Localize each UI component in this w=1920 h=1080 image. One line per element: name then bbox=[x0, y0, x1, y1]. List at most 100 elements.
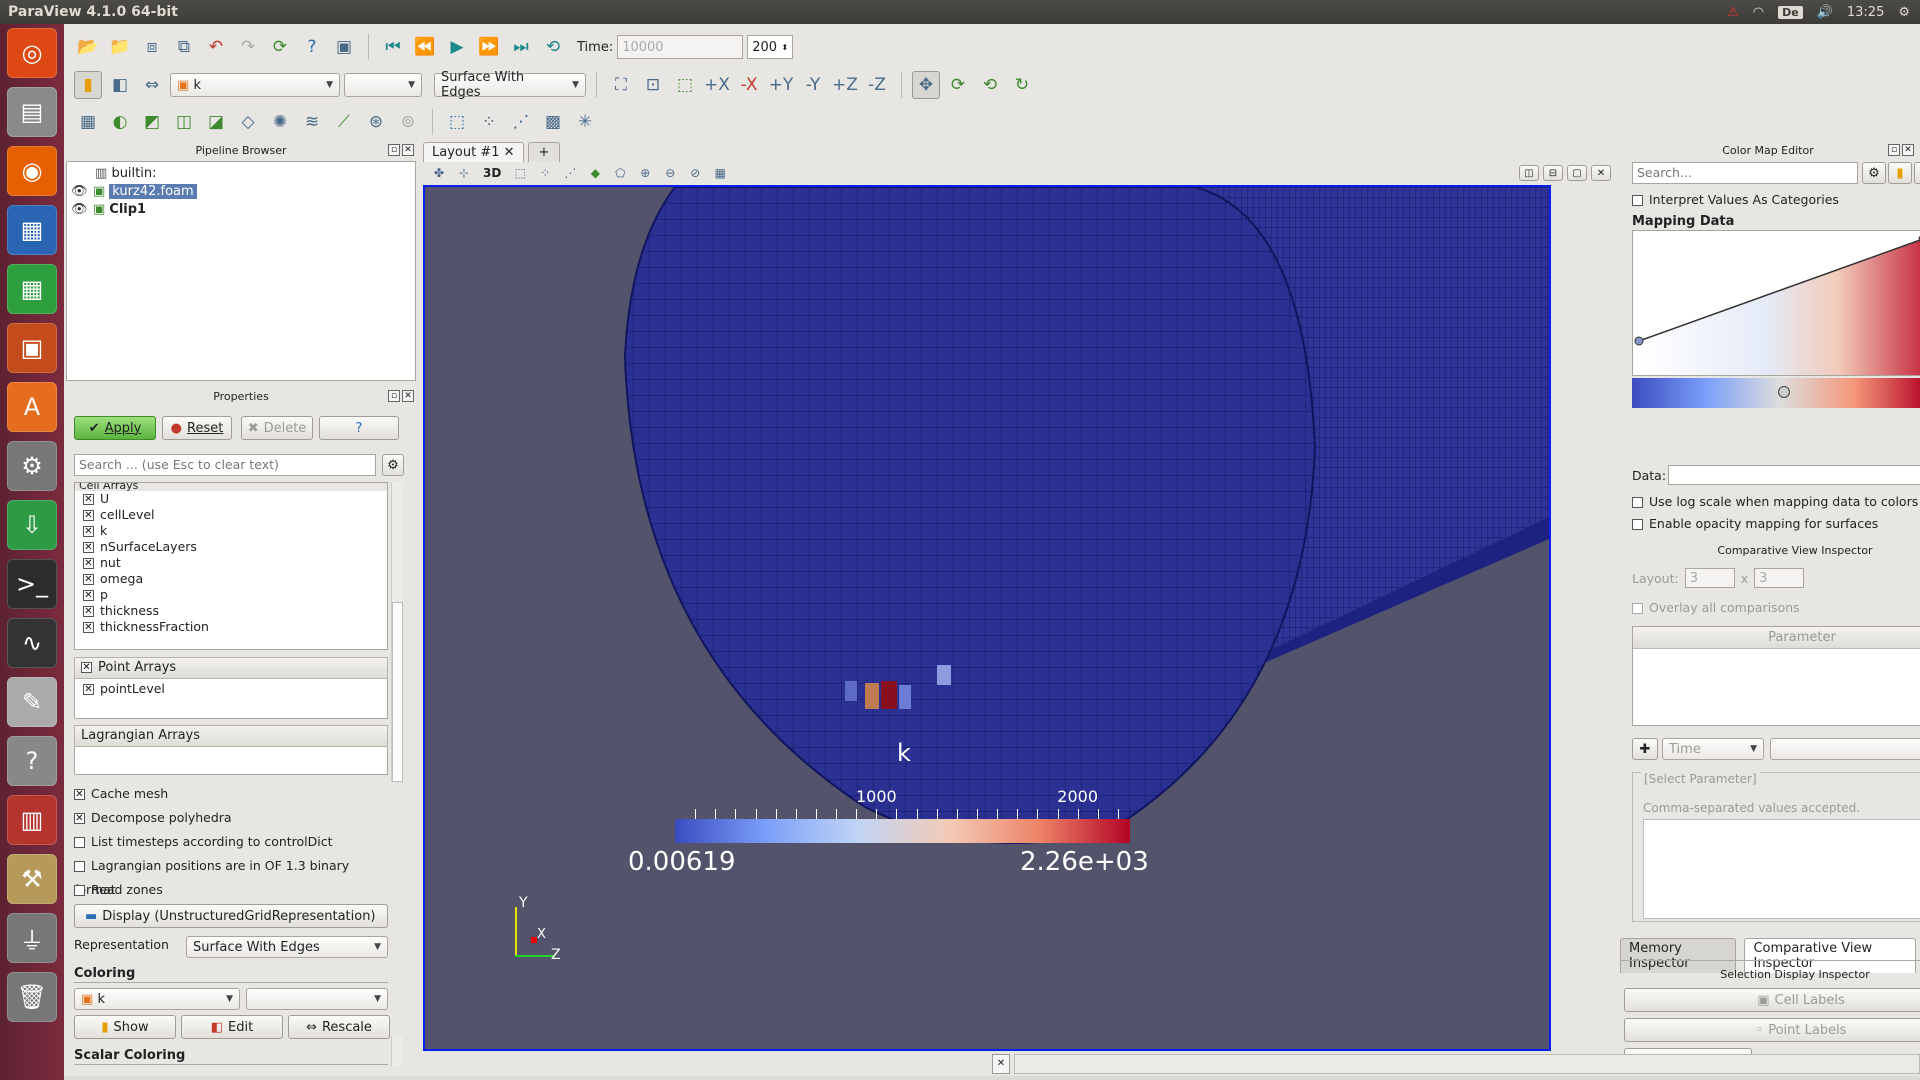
wifi-icon[interactable]: ◠ bbox=[1753, 5, 1764, 20]
maximize-view-icon[interactable]: ▢ bbox=[1567, 165, 1587, 181]
pipeline-item-kurz42[interactable]: 👁 ▣ kurz42.foam bbox=[67, 181, 415, 199]
apply-button[interactable]: ✔ Apply bbox=[74, 416, 156, 440]
view-grow-selection-icon[interactable]: ⊕ bbox=[635, 164, 655, 182]
group-datasets-icon[interactable]: ⊛ bbox=[362, 108, 390, 136]
set-view-plus-z-icon[interactable]: +Z bbox=[831, 71, 859, 99]
reset-camera-icon[interactable]: ⛶ bbox=[607, 71, 635, 99]
redo-icon[interactable]: ↷ bbox=[234, 33, 262, 61]
properties-representation-select[interactable]: Surface With Edges ▼ bbox=[186, 936, 388, 958]
render-view[interactable]: Y X Z k 1000 2000 0.00619 2.26e+03 bbox=[423, 185, 1551, 1051]
select-frustum-icon[interactable]: ⋰ bbox=[507, 108, 535, 136]
extract-level-icon[interactable]: ⊚ bbox=[394, 108, 422, 136]
previous-frame-icon[interactable]: ⏪ bbox=[411, 33, 439, 61]
open-icon[interactable]: 📂 bbox=[74, 33, 102, 61]
close-icon[interactable]: ✕ bbox=[1902, 144, 1914, 156]
color-node[interactable] bbox=[1778, 386, 1790, 398]
warp-vector-icon[interactable]: ⟋ bbox=[330, 108, 358, 136]
paraview-icon[interactable]: ▥ bbox=[7, 795, 57, 845]
properties-scrollbar-lower[interactable] bbox=[391, 1036, 403, 1066]
colormap-search-input[interactable]: Search... bbox=[1632, 162, 1858, 184]
undock-icon[interactable]: ▫ bbox=[1888, 144, 1900, 156]
contour-icon[interactable]: ◐ bbox=[106, 108, 134, 136]
view-spreadsheet-icon[interactable]: ▦ bbox=[710, 164, 730, 182]
colormap-legend-icon[interactable]: ▮ bbox=[1888, 162, 1912, 184]
stream-tracer-icon[interactable]: ≋ bbox=[298, 108, 326, 136]
interpret-categories-checkbox[interactable]: Interpret Values As Categories bbox=[1632, 192, 1839, 207]
first-frame-icon[interactable]: ⏮ bbox=[379, 33, 407, 61]
tools-icon[interactable]: ⚒ bbox=[7, 854, 57, 904]
show-center-icon[interactable]: ✥ bbox=[912, 71, 940, 99]
lagrangian-arrays-header[interactable]: Lagrangian Arrays bbox=[74, 725, 388, 747]
warning-icon[interactable]: ⚠ bbox=[1727, 5, 1739, 20]
show-scalar-bar-button[interactable]: ▮ Show bbox=[74, 1015, 176, 1039]
view-clear-selection-icon[interactable]: ⊘ bbox=[685, 164, 705, 182]
slice-icon[interactable]: ◫ bbox=[170, 108, 198, 136]
point-arrays-header[interactable]: ✕ Point Arrays bbox=[74, 657, 388, 679]
opacity-mapping-checkbox[interactable]: Enable opacity mapping for surfaces bbox=[1632, 516, 1878, 531]
select-cells-icon[interactable]: ⬚ bbox=[443, 108, 471, 136]
color-legend-icon[interactable]: ▮ bbox=[74, 71, 102, 99]
reader-option-checkbox[interactable]: List timesteps according to controlDict bbox=[74, 830, 394, 854]
properties-help-button[interactable]: ? bbox=[319, 416, 399, 440]
clock[interactable]: 13:25 bbox=[1847, 5, 1884, 20]
clip-icon[interactable]: ◩ bbox=[138, 108, 166, 136]
array-item[interactable]: ✕ nSurfaceLayers bbox=[75, 539, 387, 555]
ubuntu-dash-icon[interactable]: ◎ bbox=[7, 28, 57, 78]
view-frustum-icon[interactable]: ⋰ bbox=[560, 164, 580, 182]
rotate-90-icon[interactable]: ⟳ bbox=[944, 71, 972, 99]
set-view-minus-y-icon[interactable]: -Y bbox=[799, 71, 827, 99]
array-item[interactable]: ✕ U bbox=[75, 491, 387, 507]
parameter-table[interactable]: Parameter bbox=[1632, 626, 1920, 726]
point-labels-button[interactable]: ◦ Point Labels bbox=[1624, 1018, 1920, 1042]
array-item[interactable]: ✕ k bbox=[75, 523, 387, 539]
loop-icon[interactable]: ⟲ bbox=[539, 33, 567, 61]
firefox-icon[interactable]: ◉ bbox=[7, 146, 57, 196]
select-block-icon[interactable]: ▩ bbox=[539, 108, 567, 136]
view-shrink-selection-icon[interactable]: ⊖ bbox=[660, 164, 680, 182]
close-icon[interactable]: ✕ bbox=[402, 390, 414, 402]
eye-icon[interactable]: 👁 bbox=[71, 184, 89, 199]
representation-select[interactable]: Surface With Edges ▼ bbox=[434, 70, 586, 100]
parameter-values-textarea[interactable] bbox=[1643, 819, 1920, 919]
calculator-icon[interactable]: ▦ bbox=[74, 108, 102, 136]
eye-icon[interactable]: 👁 bbox=[71, 202, 89, 217]
close-tab-icon[interactable]: ✕ bbox=[504, 145, 515, 160]
view-camera-icon[interactable]: ⊹ bbox=[454, 164, 474, 182]
download-icon[interactable]: ⇩ bbox=[7, 500, 57, 550]
component-select[interactable]: ▼ bbox=[344, 73, 422, 97]
select-points-icon[interactable]: ⁘ bbox=[475, 108, 503, 136]
data-value-input[interactable] bbox=[1668, 465, 1920, 485]
help-icon[interactable]: ? bbox=[298, 33, 326, 61]
set-view-plus-y-icon[interactable]: +Y bbox=[767, 71, 795, 99]
pipeline-item-clip1[interactable]: 👁 ▣ Clip1 bbox=[67, 199, 415, 217]
cell-labels-button[interactable]: ▣ Cell Labels bbox=[1624, 988, 1920, 1012]
array-item[interactable]: ✕ cellLevel bbox=[75, 507, 387, 523]
connect-icon[interactable]: ⧈ bbox=[138, 33, 166, 61]
reader-option-checkbox[interactable]: Lagrangian positions are in OF 1.3 binar… bbox=[74, 854, 394, 897]
opacity-editor[interactable] bbox=[1632, 230, 1920, 376]
rotate-minus-90-icon[interactable]: ⟲ bbox=[976, 71, 1004, 99]
system-settings-icon[interactable]: ⚙ bbox=[7, 441, 57, 491]
camera-undo-icon[interactable]: ▣ bbox=[330, 33, 358, 61]
properties-scrollbar[interactable] bbox=[391, 482, 403, 782]
undock-icon[interactable]: ▫ bbox=[388, 390, 400, 402]
set-view-minus-z-icon[interactable]: -Z bbox=[863, 71, 891, 99]
edit-colormap-button[interactable]: ◧ Edit bbox=[181, 1015, 283, 1039]
view-capture-icon[interactable]: ✤ bbox=[429, 164, 449, 182]
colormap-gear-icon[interactable]: ⚙ bbox=[1862, 162, 1886, 184]
undock-icon[interactable]: ▫ bbox=[388, 144, 400, 156]
rescale-range-icon[interactable]: ⇔ bbox=[138, 71, 166, 99]
view-select-cells-icon[interactable]: ⬚ bbox=[510, 164, 530, 182]
set-view-plus-x-icon[interactable]: +X bbox=[703, 71, 731, 99]
writer-icon[interactable]: ▦ bbox=[7, 205, 57, 255]
trash-icon[interactable]: 🗑 bbox=[7, 972, 57, 1022]
files-icon[interactable]: ▤ bbox=[7, 87, 57, 137]
rescale-button[interactable]: ⇔ Rescale bbox=[288, 1015, 390, 1039]
array-item[interactable]: ✕ thickness bbox=[75, 603, 387, 619]
time-input[interactable]: 10000 bbox=[617, 35, 744, 59]
log-scale-checkbox[interactable]: Use log scale when mapping data to color… bbox=[1632, 494, 1918, 509]
coloring-component-select[interactable]: ▼ bbox=[246, 988, 388, 1010]
set-view-minus-x-icon[interactable]: -X bbox=[735, 71, 763, 99]
undo-icon[interactable]: ↶ bbox=[202, 33, 230, 61]
parameter-property-select[interactable]: ▼ bbox=[1770, 738, 1920, 760]
